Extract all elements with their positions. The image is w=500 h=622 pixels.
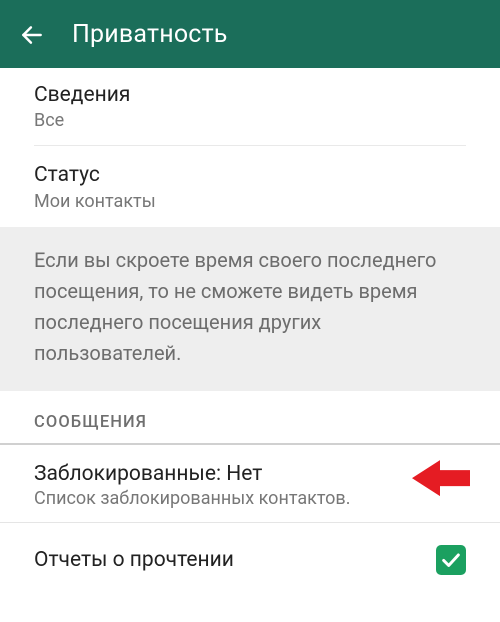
setting-about[interactable]: Сведения Все [0,68,500,145]
last-seen-info: Если вы скроете время своего последнего … [0,227,500,391]
setting-about-value: Все [34,110,466,131]
setting-status[interactable]: Статус Мои контакты [0,146,500,226]
page-title: Приватность [72,20,228,49]
setting-read-receipts-title: Отчеты о прочтении [34,548,234,572]
check-icon [440,549,462,571]
setting-blocked-title: Заблокированные: Нет [34,462,466,486]
setting-status-value: Мои контакты [34,191,466,212]
back-button[interactable] [18,21,46,49]
setting-blocked-sub: Список заблокированных контактов. [34,488,466,509]
setting-status-title: Статус [34,161,466,189]
setting-about-title: Сведения [34,81,466,109]
section-header-messages: СООБЩЕНИЯ [0,391,500,443]
arrow-back-icon [19,22,45,48]
read-receipts-checkbox[interactable] [436,545,466,575]
app-header: Приватность [0,0,500,68]
setting-blocked[interactable]: Заблокированные: Нет Список заблокирован… [0,445,500,522]
setting-read-receipts[interactable]: Отчеты о прочтении [0,523,500,585]
